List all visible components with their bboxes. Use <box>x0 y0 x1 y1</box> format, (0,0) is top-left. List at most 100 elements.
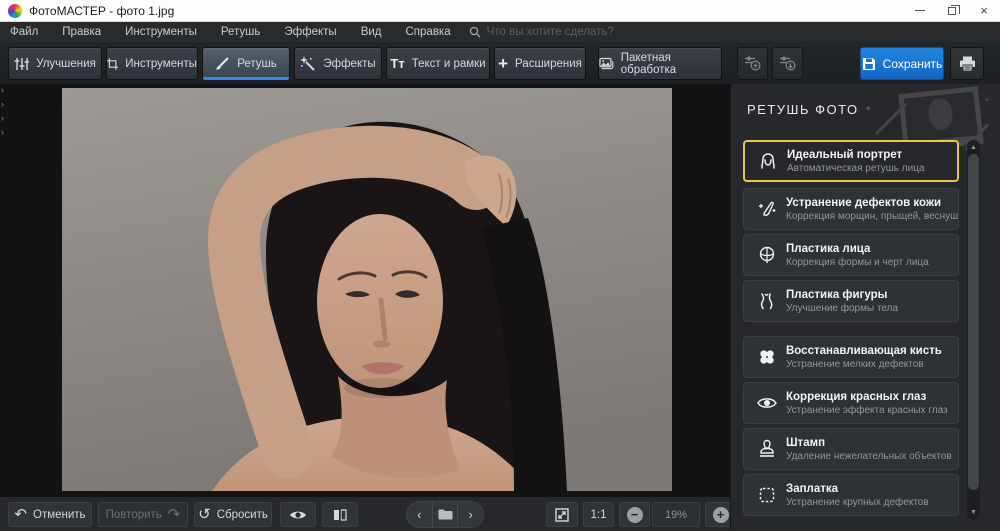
before-after-compare-button[interactable] <box>322 502 358 527</box>
tool-subtitle: Устранение крупных дефектов <box>786 497 929 508</box>
menu-help[interactable]: Справка <box>394 22 463 42</box>
tab-label: Пакетная обработка <box>621 52 721 76</box>
actual-size-label: 1:1 <box>591 509 607 521</box>
window-controls: × <box>904 0 1000 22</box>
tab-batch-processing[interactable]: Пакетная обработка <box>598 47 722 80</box>
minimize-button[interactable] <box>904 0 936 22</box>
tab-tools[interactable]: Инструменты <box>106 47 198 80</box>
panel-scrollbar[interactable]: ▲ ▼ <box>967 140 980 520</box>
tab-extensions[interactable]: + Расширения <box>494 47 586 80</box>
photo-woman-portrait[interactable] <box>62 88 672 491</box>
tool-subtitle: Коррекция морщин, прыщей, веснушек <box>786 211 958 222</box>
prev-photo-button[interactable]: ‹ <box>407 502 432 527</box>
zoom-out-button[interactable]: − <box>619 502 650 527</box>
add-preset-button[interactable] <box>737 47 768 80</box>
photo-navigator: ‹ › <box>406 501 484 528</box>
plus-icon: + <box>713 507 729 523</box>
scrollbar-thumb[interactable] <box>968 154 979 490</box>
sliders-download-icon <box>779 56 796 71</box>
tool-subtitle: Устранение эффекта красных глаз <box>786 405 948 416</box>
maximize-icon <box>948 7 956 15</box>
tab-effects[interactable]: Эффекты <box>294 47 382 80</box>
menu-bar: Файл Правка Инструменты Ретушь Эффекты В… <box>0 22 1000 42</box>
reset-label: Сбросить <box>217 509 268 521</box>
tool-subtitle: Удаление нежелательных объектов <box>786 451 952 462</box>
save-icon <box>862 57 876 71</box>
portrait-icon <box>753 151 783 171</box>
menu-retouch[interactable]: Ретушь <box>209 22 273 42</box>
reset-button[interactable]: ↺ Сбросить <box>194 502 272 527</box>
tool-healing-brush[interactable]: Восстанавливающая кисть Устранение мелки… <box>743 336 959 378</box>
actual-size-button[interactable]: 1:1 <box>583 502 614 527</box>
next-photo-button[interactable]: › <box>457 502 483 527</box>
fit-screen-icon <box>555 508 569 522</box>
tool-subtitle: Устранение мелких дефектов <box>786 359 942 370</box>
tool-patch[interactable]: Заплатка Устранение крупных дефектов <box>743 474 959 516</box>
redo-icon: ↷ <box>168 509 181 521</box>
maximize-button[interactable] <box>936 0 968 22</box>
healing-pen-icon <box>752 199 782 219</box>
command-search[interactable]: Что вы хотите сделать? <box>469 26 614 38</box>
tool-title: Восстанавливающая кисть <box>786 345 942 357</box>
folder-icon <box>438 509 453 520</box>
tool-title: Идеальный портрет <box>787 149 925 161</box>
printer-icon <box>959 56 976 72</box>
chevron-right-icon: › <box>1 128 4 137</box>
search-icon <box>469 26 481 38</box>
batch-image-icon <box>599 57 614 71</box>
eye-icon <box>752 396 782 410</box>
photomaster-app: ФотоМАСТЕР - фото 1.jpg × Файл Правка Ин… <box>0 0 1000 531</box>
close-icon: × <box>980 3 988 18</box>
tool-skin-defects[interactable]: Устранение дефектов кожи Коррекция морщи… <box>743 188 959 230</box>
save-button[interactable]: Сохранить <box>860 47 944 80</box>
redo-button[interactable]: Повторить ↷ <box>98 502 188 527</box>
scroll-down-icon: ▼ <box>967 509 980 516</box>
menu-view[interactable]: Вид <box>349 22 394 42</box>
menu-file[interactable]: Файл <box>10 22 50 42</box>
print-button[interactable] <box>950 47 984 80</box>
tab-enhancements[interactable]: Улучшения <box>8 47 102 80</box>
chevron-right-icon: › <box>1 100 4 109</box>
tab-label: Эффекты <box>323 58 375 70</box>
tool-subtitle: Коррекция формы и черт лица <box>786 257 929 268</box>
bandage-icon <box>752 347 782 367</box>
sliders-plus-icon <box>744 56 761 71</box>
tool-red-eye[interactable]: Коррекция красных глаз Устранение эффект… <box>743 382 959 424</box>
tool-title: Коррекция красных глаз <box>786 391 948 403</box>
tab-label: Инструменты <box>125 58 197 70</box>
sliders-icon <box>14 57 29 71</box>
preview-original-button[interactable] <box>280 502 316 527</box>
open-folder-button[interactable] <box>432 502 458 527</box>
stamp-icon <box>752 439 782 459</box>
fit-to-screen-button[interactable] <box>546 502 578 527</box>
minimize-icon <box>915 10 925 11</box>
close-button[interactable]: × <box>968 0 1000 22</box>
tool-perfect-portrait[interactable]: Идеальный портрет Автоматическая ретушь … <box>743 140 959 182</box>
magic-wand-icon <box>300 56 316 71</box>
tool-title: Штамп <box>786 437 952 449</box>
window-title: ФотоМАСТЕР - фото 1.jpg <box>29 4 174 18</box>
tool-face-sculpt[interactable]: Пластика лица Коррекция формы и черт лиц… <box>743 234 959 276</box>
title-bar: ФотоМАСТЕР - фото 1.jpg × <box>0 0 1000 22</box>
undo-label: Отменить <box>33 509 86 521</box>
tool-subtitle: Улучшение формы тела <box>786 303 898 314</box>
menu-edit[interactable]: Правка <box>50 22 113 42</box>
patch-icon <box>752 485 782 505</box>
body-shape-icon <box>752 291 782 311</box>
face-mesh-icon <box>752 245 782 265</box>
chevron-right-icon: › <box>1 86 4 95</box>
tool-stamp[interactable]: Штамп Удаление нежелательных объектов <box>743 428 959 470</box>
undo-button[interactable]: ↶ Отменить <box>8 502 92 527</box>
zoom-level[interactable]: 19% <box>652 502 700 527</box>
menu-effects[interactable]: Эффекты <box>272 22 348 42</box>
tool-body-sculpt[interactable]: Пластика фигуры Улучшение формы тела <box>743 280 959 322</box>
tab-retouch[interactable]: Ретушь <box>202 47 290 80</box>
tool-title: Заплатка <box>786 483 929 495</box>
download-preset-button[interactable] <box>772 47 803 80</box>
menu-tools[interactable]: Инструменты <box>113 22 209 42</box>
search-placeholder: Что вы хотите сделать? <box>487 26 614 38</box>
tab-text-frames[interactable]: Tт Текст и рамки <box>386 47 490 80</box>
chevron-left-icon: ‹ <box>417 507 421 522</box>
undo-icon: ↶ <box>14 509 27 521</box>
collapsed-panel-handles[interactable]: › › › › <box>1 86 4 137</box>
